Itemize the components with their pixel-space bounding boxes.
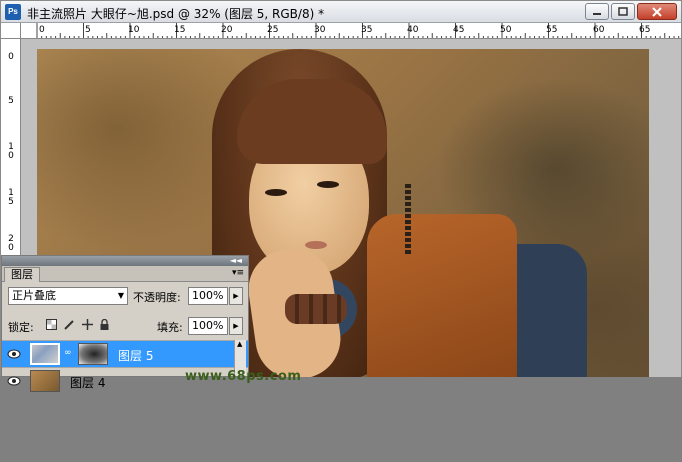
ruler-tick-label: 5	[85, 25, 91, 35]
window-controls	[585, 3, 677, 20]
lock-position-icon[interactable]	[82, 319, 93, 330]
ruler-tick-label: 5	[8, 96, 14, 106]
document-window: Ps 非主流照片 大眼仔~旭.psd @ 32% (图层 5, RGB/8) *…	[0, 0, 682, 392]
restore-icon	[618, 7, 628, 16]
photo-eye-left	[265, 189, 287, 196]
watermark: www.68ps.com	[185, 369, 302, 384]
dropdown-arrow-icon: ▼	[117, 291, 124, 300]
photo-eye-right	[317, 181, 339, 188]
ruler-tick-label: 60	[593, 25, 605, 35]
document-title: 非主流照片 大眼仔~旭.psd @ 32% (图层 5, RGB/8) *	[27, 7, 325, 21]
opacity-input[interactable]: 100%	[188, 287, 228, 305]
ruler-tick-label: 35	[361, 25, 373, 35]
fill-input[interactable]: 100%	[188, 317, 228, 335]
ruler-tick-label: 15	[174, 25, 186, 35]
lock-label: 锁定:	[8, 321, 34, 334]
ruler-tick-label: 20	[221, 25, 233, 35]
blend-row: 正片叠底 ▼ 不透明度: 100% ▶	[2, 284, 248, 308]
photo-lips	[305, 241, 327, 249]
ruler-tick-label: 30	[314, 25, 326, 35]
panel-header-bar[interactable]: ◄◄	[2, 256, 248, 266]
layer-row-5[interactable]: ∞ 图层 5	[2, 340, 248, 367]
collapse-panel-icon[interactable]: ◄◄	[230, 256, 242, 266]
photoshop-app-icon: Ps	[5, 4, 21, 20]
ruler-origin[interactable]	[1, 23, 21, 39]
ruler-tick-label: 0	[8, 52, 14, 62]
ruler-tick-label: 25	[267, 25, 279, 35]
chain-link-icon[interactable]: ∞	[64, 348, 72, 358]
minimize-icon	[593, 12, 601, 15]
vertical-ruler[interactable]: 0 5 10 15 20	[1, 39, 21, 269]
horizontal-ruler-ticks	[36, 23, 680, 38]
layer-thumbnail[interactable]	[30, 343, 60, 365]
lock-transparent-pixels-icon[interactable]	[46, 319, 57, 330]
layer-thumbnail[interactable]	[30, 370, 60, 392]
layer-name: 图层 5	[118, 349, 154, 363]
panel-menu-icon[interactable]: ▾≡	[232, 268, 244, 278]
opacity-slider-toggle[interactable]: ▶	[229, 287, 243, 305]
photo-necklace	[405, 184, 411, 254]
ruler-tick-label: 40	[407, 25, 419, 35]
fill-slider-toggle[interactable]: ▶	[229, 317, 243, 335]
close-button[interactable]	[637, 3, 677, 20]
panel-tab-bar: 图层 ▾≡	[2, 266, 248, 282]
ruler-tick-label: 50	[500, 25, 512, 35]
lock-all-icon[interactable]	[99, 319, 110, 330]
layer-mask-thumbnail[interactable]	[78, 343, 108, 365]
close-icon	[652, 6, 662, 17]
ruler-tick-label: 10	[128, 25, 140, 35]
ruler-tick-label: 20	[8, 234, 14, 253]
layer-name: 图层 4	[70, 376, 106, 390]
title-bar[interactable]: Ps 非主流照片 大眼仔~旭.psd @ 32% (图层 5, RGB/8) *	[1, 1, 681, 23]
fill-label: 填充:	[157, 321, 183, 334]
visibility-eye-icon[interactable]	[5, 371, 23, 391]
lock-row: 锁定: 填充: 100% ▶	[2, 313, 248, 337]
blend-mode-value: 正片叠底	[12, 289, 56, 302]
minimize-button[interactable]	[585, 3, 609, 20]
layers-panel: ◄◄ 图层 ▾≡ 正片叠底 ▼ 不透明度: 100% ▶ 锁定: 填充: 100…	[1, 255, 249, 392]
scroll-up-icon[interactable]: ▲	[237, 340, 242, 348]
ruler-tick-label: 15	[8, 188, 14, 207]
lock-image-pixels-icon[interactable]	[64, 319, 75, 330]
ruler-tick-label: 0	[39, 25, 45, 35]
restore-button[interactable]	[611, 3, 635, 20]
blend-mode-select[interactable]: 正片叠底 ▼	[8, 287, 128, 305]
ruler-tick-label: 65	[639, 25, 651, 35]
photo-scarf	[367, 214, 517, 377]
visibility-eye-icon[interactable]	[5, 344, 23, 364]
horizontal-ruler[interactable]: 0 5 10 15 20 25 30 35 40 45 50 55 60 65	[21, 23, 681, 39]
tab-layers[interactable]: 图层	[4, 267, 40, 282]
opacity-label: 不透明度:	[133, 291, 181, 304]
photo-bangs	[237, 79, 387, 164]
ruler-tick-label: 55	[546, 25, 558, 35]
photo-bracelet	[285, 294, 347, 324]
ruler-tick-label: 45	[453, 25, 465, 35]
ruler-tick-label: 10	[8, 142, 14, 161]
